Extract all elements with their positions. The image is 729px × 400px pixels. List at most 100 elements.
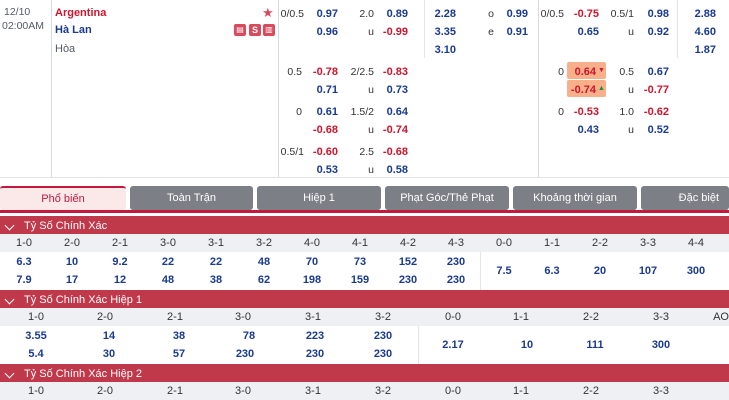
- h1-ou-over-odds[interactable]: 0.98: [625, 8, 669, 20]
- score-odds[interactable]: 230: [210, 348, 280, 360]
- ou-over-odds[interactable]: 0.89: [364, 8, 408, 20]
- tv-icon[interactable]: ▤: [234, 24, 246, 36]
- score-label: 4-1: [352, 237, 368, 249]
- stats-icon[interactable]: ▥: [263, 24, 275, 36]
- score-odds[interactable]: 14: [74, 330, 144, 342]
- h1-1x2-draw-odds[interactable]: 1.87: [672, 44, 716, 56]
- score-odds[interactable]: 48: [144, 274, 192, 286]
- score-odds[interactable]: 48: [240, 256, 288, 268]
- h1-ou-over-odds[interactable]: 0.67: [625, 66, 669, 78]
- h1-hdp-home-odds[interactable]: 0.64: [552, 66, 596, 78]
- h1-ou-under-odds[interactable]: 0.52: [625, 124, 669, 136]
- h1-hdp-away-odds[interactable]: -0.74: [552, 84, 596, 96]
- ou-over-odds[interactable]: -0.83: [364, 66, 408, 78]
- draw-score-odds[interactable]: 111: [560, 339, 630, 351]
- score-label: 0-0: [445, 385, 461, 397]
- score-odds[interactable]: 198: [288, 274, 336, 286]
- score-label: 1-0: [16, 237, 32, 249]
- score-label: 3-3: [640, 237, 656, 249]
- section-header[interactable]: Tỷ Số Chính Xác: [0, 216, 729, 236]
- draw-score-odds[interactable]: 7.5: [480, 265, 528, 277]
- score-odds[interactable]: 9.2: [96, 256, 144, 268]
- h1-ou-over-odds[interactable]: -0.62: [625, 106, 669, 118]
- score-odds[interactable]: 22: [144, 256, 192, 268]
- even-odds[interactable]: 0.91: [484, 26, 528, 38]
- tab-full-time[interactable]: Toàn Trận: [130, 186, 253, 210]
- hdp-home-odds[interactable]: -0.78: [294, 66, 338, 78]
- odd-odds[interactable]: 0.99: [484, 8, 528, 20]
- ou-under-odds[interactable]: 0.58: [364, 164, 408, 176]
- h1-hdp-home-odds[interactable]: -0.75: [555, 8, 599, 20]
- section-header[interactable]: Tỷ Số Chính Xác Hiệp 2: [0, 364, 729, 384]
- draw-score-odds[interactable]: 10: [492, 339, 562, 351]
- score-odds[interactable]: 7.9: [0, 274, 48, 286]
- score-odds[interactable]: 230: [348, 348, 418, 360]
- tab-corners-cards[interactable]: Phạt Góc/Thẻ Phạt: [385, 186, 509, 210]
- hdp-away-odds[interactable]: 0.53: [294, 164, 338, 176]
- h1-hdp-away-odds[interactable]: 0.65: [555, 26, 599, 38]
- score-odds[interactable]: 5.4: [0, 348, 72, 360]
- h1-ou-under-odds[interactable]: -0.77: [625, 84, 669, 96]
- chevron-down-icon: [4, 294, 15, 305]
- tab-special[interactable]: Đặc biệt: [641, 186, 729, 210]
- tab-time-period[interactable]: Khoảng thời gian: [513, 186, 637, 210]
- tab-first-half[interactable]: Hiệp 1: [257, 186, 381, 210]
- score-odds[interactable]: 3.55: [0, 330, 72, 342]
- h1-hdp-away-odds[interactable]: 0.43: [555, 124, 599, 136]
- hdp-home-odds[interactable]: 0.97: [294, 8, 338, 20]
- ou-over-odds[interactable]: -0.68: [364, 146, 408, 158]
- hdp-away-odds[interactable]: -0.68: [294, 124, 338, 136]
- 1x2-home-odds[interactable]: 2.28: [412, 8, 456, 20]
- hdp-home-odds[interactable]: 0.61: [294, 106, 338, 118]
- score-label: 3-3: [653, 385, 669, 397]
- tab-popular[interactable]: Phổ biến: [0, 186, 126, 210]
- score-odds[interactable]: 10: [48, 256, 96, 268]
- draw-score-odds[interactable]: 2.17: [418, 339, 488, 351]
- draw-score-odds[interactable]: 20: [576, 265, 624, 277]
- draw-score-odds[interactable]: 300: [626, 339, 696, 351]
- score-odds[interactable]: 223: [280, 330, 350, 342]
- score-odds[interactable]: 38: [192, 274, 240, 286]
- score-label: 2-0: [64, 237, 80, 249]
- score-odds[interactable]: 70: [288, 256, 336, 268]
- draw-score-odds[interactable]: 6.3: [528, 265, 576, 277]
- score-odds[interactable]: 30: [74, 348, 144, 360]
- score-odds[interactable]: 12: [96, 274, 144, 286]
- score-odds[interactable]: 230: [348, 330, 418, 342]
- score-odds[interactable]: 57: [144, 348, 214, 360]
- score-odds[interactable]: 62: [240, 274, 288, 286]
- score-odds[interactable]: 230: [280, 348, 350, 360]
- h1-hdp-home-odds[interactable]: -0.53: [555, 106, 599, 118]
- hdp-away-odds[interactable]: 0.96: [294, 26, 338, 38]
- score-odds[interactable]: 152: [384, 256, 432, 268]
- away-team[interactable]: Hà Lan: [55, 24, 92, 36]
- ou-under-odds[interactable]: -0.99: [364, 26, 408, 38]
- score-odds[interactable]: 17: [48, 274, 96, 286]
- section-header[interactable]: Tỷ Số Chính Xác Hiệp 1: [0, 290, 729, 310]
- score-label: 0-0: [445, 311, 461, 323]
- draw-score-odds[interactable]: 107: [624, 265, 672, 277]
- score-odds[interactable]: 159: [336, 274, 384, 286]
- draw-score-odds[interactable]: 300: [672, 265, 720, 277]
- home-team[interactable]: Argentina: [55, 7, 106, 19]
- h1-1x2-away-odds[interactable]: 4.60: [672, 26, 716, 38]
- score-odds[interactable]: 38: [144, 330, 214, 342]
- favorite-star-icon[interactable]: ★: [262, 5, 274, 21]
- score-odds[interactable]: 230: [384, 274, 432, 286]
- 1x2-away-odds[interactable]: 3.35: [412, 26, 456, 38]
- ou-under-odds[interactable]: 0.73: [364, 84, 408, 96]
- score-odds[interactable]: 6.3: [0, 256, 48, 268]
- ou-under-odds[interactable]: -0.74: [364, 124, 408, 136]
- s-icon[interactable]: S: [249, 24, 261, 36]
- h1-1x2-home-odds[interactable]: 2.88: [672, 8, 716, 20]
- 1x2-draw-odds[interactable]: 3.10: [412, 44, 456, 56]
- hdp-away-odds[interactable]: 0.71: [294, 84, 338, 96]
- score-odds[interactable]: 78: [214, 330, 284, 342]
- score-odds[interactable]: 22: [192, 256, 240, 268]
- score-odds[interactable]: 230: [432, 274, 480, 286]
- ou-over-odds[interactable]: 0.64: [364, 106, 408, 118]
- h1-ou-under-odds[interactable]: 0.92: [625, 26, 669, 38]
- score-odds[interactable]: 73: [336, 256, 384, 268]
- score-odds[interactable]: 230: [432, 256, 480, 268]
- hdp-home-odds[interactable]: -0.60: [294, 146, 338, 158]
